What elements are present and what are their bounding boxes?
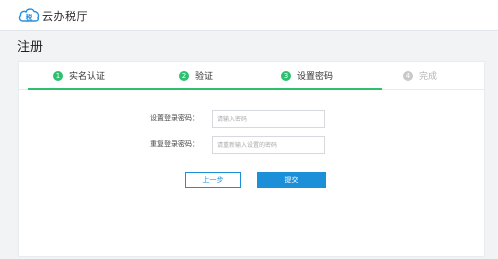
confirm-password-row: 重复登录密码： [19, 136, 484, 154]
cloud-tax-logo-icon[interactable]: 税 [18, 7, 40, 23]
step-number: 4 [403, 70, 413, 81]
step-number: 3 [281, 70, 291, 81]
brand-name[interactable]: 云办税厅 [42, 8, 88, 24]
password-label: 设置登录密码： [150, 114, 199, 122]
step-label: 验证 [195, 72, 214, 82]
step-real-name: 1 实名认证 [53, 69, 105, 82]
confirm-password-label: 重复登录密码： [150, 140, 199, 148]
step-set-password: 3 设置密码 [281, 69, 333, 82]
top-bar: 税 云办税厅 [0, 0, 498, 31]
submit-button[interactable]: 提交 [257, 172, 326, 188]
step-number: 2 [179, 70, 189, 81]
step-verify: 2 验证 [179, 69, 213, 82]
step-complete: 4 完成 [403, 69, 437, 82]
confirm-password-input[interactable] [212, 136, 325, 154]
previous-step-button[interactable]: 上一步 [185, 172, 241, 188]
password-row: 设置登录密码： [19, 110, 484, 128]
register-card: 1 实名认证 2 验证 3 设置密码 4 完成 设置登录密码： 重复登录密码： … [18, 61, 485, 257]
logo-text: 税 [26, 12, 33, 21]
step-label: 实名认证 [69, 72, 106, 82]
step-label: 设置密码 [297, 72, 334, 82]
password-input[interactable] [212, 110, 325, 128]
step-indicator: 1 实名认证 2 验证 3 设置密码 4 完成 [19, 62, 484, 90]
page-title: 注册 [17, 40, 44, 55]
step-number: 1 [53, 70, 63, 81]
step-label: 完成 [419, 72, 438, 82]
step-progress-bar [28, 88, 382, 90]
